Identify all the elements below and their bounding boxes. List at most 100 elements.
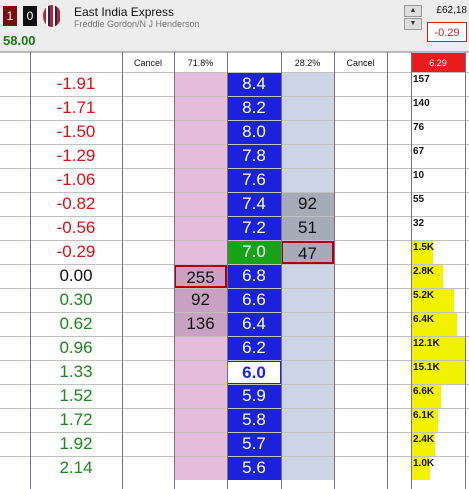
traded-volume: 1.0K <box>413 458 435 469</box>
lay-cell[interactable] <box>281 361 334 384</box>
lay-cell[interactable]: 51 <box>281 217 334 240</box>
last-traded-price: 6.29 <box>411 53 465 72</box>
lay-cell[interactable] <box>281 409 334 432</box>
odds-cell[interactable]: 6.0 <box>227 361 281 384</box>
odds-cell[interactable]: 7.4 <box>227 193 281 216</box>
odds-cell[interactable]: 6.8 <box>227 265 281 288</box>
profit-loss-cell: 1.33 <box>59 362 93 381</box>
odds-cell[interactable]: 8.4 <box>227 73 281 96</box>
back-cell[interactable] <box>174 433 227 456</box>
ladder-row: -1.06 7.6 10 <box>0 168 469 192</box>
profit-loss-cell: 1.92 <box>59 434 93 453</box>
odds-cell[interactable]: 5.9 <box>227 385 281 408</box>
ladder-row: -1.71 8.2 140 <box>0 96 469 120</box>
back-cell[interactable] <box>174 73 227 96</box>
column-header-row: Cancel 71.8% 28.2% Cancel 6.29 <box>0 52 469 72</box>
back-cell[interactable] <box>174 193 227 216</box>
traded-volume: 10 <box>413 170 425 181</box>
traded-volume: 157 <box>413 74 430 85</box>
odds-cell[interactable]: 6.6 <box>227 289 281 312</box>
back-cell[interactable] <box>174 409 227 432</box>
ladder-row: 1.72 5.8 6.1K <box>0 408 469 432</box>
back-cell[interactable]: 255 <box>174 265 227 288</box>
ladder-row: 1.52 5.9 6.6K <box>0 384 469 408</box>
back-cell[interactable] <box>174 169 227 192</box>
profit-loss-cell: 1.72 <box>59 410 93 429</box>
back-cell[interactable]: 136 <box>174 313 227 336</box>
back-cell[interactable] <box>174 97 227 120</box>
back-cell[interactable] <box>174 145 227 168</box>
profit-loss-cell: 2.14 <box>59 458 93 477</box>
traded-volume: 67 <box>413 146 425 157</box>
back-cell[interactable] <box>174 457 227 480</box>
traded-volume: 2.8K <box>413 266 435 277</box>
cancel-back-button[interactable]: Cancel <box>122 53 174 72</box>
back-cell[interactable]: 92 <box>174 289 227 312</box>
lay-cell[interactable] <box>281 97 334 120</box>
back-cell[interactable] <box>174 385 227 408</box>
back-cell[interactable] <box>174 361 227 384</box>
traded-volume: 5.2K <box>413 290 435 301</box>
lay-cell[interactable] <box>281 337 334 360</box>
ladder-row: -0.29 7.0 47 1.5K <box>0 240 469 264</box>
profit-loss-cell: -1.06 <box>56 170 96 189</box>
profit-loss-cell: 0.30 <box>59 290 93 309</box>
runner-price[interactable]: 58.00 <box>3 33 36 48</box>
lay-cell[interactable] <box>281 385 334 408</box>
lay-cell[interactable]: 92 <box>281 193 334 216</box>
back-percentage: 71.8% <box>187 58 214 68</box>
odds-cell[interactable]: 6.4 <box>227 313 281 336</box>
lay-cell[interactable] <box>281 73 334 96</box>
ladder-row: 0.96 6.2 12.1K <box>0 336 469 360</box>
lay-cell[interactable]: 47 <box>281 241 334 264</box>
profit-loss-cell: -1.71 <box>56 98 96 117</box>
traded-volume: 140 <box>413 98 430 109</box>
lay-cell[interactable] <box>281 457 334 480</box>
runner-connections: Freddie Gordon/N J Henderson <box>74 19 200 29</box>
profit-loss-cell: -0.56 <box>56 218 96 237</box>
profit-loss-cell: 1.52 <box>59 386 93 405</box>
traded-volume: 15.1K <box>413 362 440 373</box>
lay-cell[interactable] <box>281 433 334 456</box>
lay-cell[interactable] <box>281 265 334 288</box>
odds-cell[interactable]: 5.7 <box>227 433 281 456</box>
odds-cell[interactable]: 5.8 <box>227 409 281 432</box>
ladder-row: -0.56 7.2 51 32 <box>0 216 469 240</box>
traded-volume: 55 <box>413 194 425 205</box>
traded-volume: 32 <box>413 218 425 229</box>
stake-stepper[interactable]: ▲ ▼ <box>404 5 422 30</box>
ladder-row: -1.50 8.0 76 <box>0 120 469 144</box>
ladder-row: -1.29 7.8 67 <box>0 144 469 168</box>
traded-volume: 12.1K <box>413 338 440 349</box>
lay-cell[interactable] <box>281 145 334 168</box>
down-arrow-icon[interactable]: ▼ <box>404 18 422 30</box>
ladder-row: -0.82 7.4 92 55 <box>0 192 469 216</box>
jockey-silk-icon <box>43 5 61 27</box>
lay-percentage: 28.2% <box>294 58 321 68</box>
lay-cell[interactable] <box>281 313 334 336</box>
odds-cell[interactable]: 8.0 <box>227 121 281 144</box>
odds-cell[interactable]: 7.8 <box>227 145 281 168</box>
ladder-row: 0.62 136 6.4 6.4K <box>0 312 469 336</box>
lay-cell[interactable] <box>281 169 334 192</box>
profit-loss-cell: 0.00 <box>59 266 93 285</box>
lay-cell[interactable] <box>281 121 334 144</box>
traded-volume: 1.5K <box>413 242 435 253</box>
back-cell[interactable] <box>174 337 227 360</box>
odds-cell[interactable]: 7.0 <box>227 241 281 264</box>
back-cell[interactable] <box>174 241 227 264</box>
profit-loss-cell: 0.62 <box>59 314 93 333</box>
cancel-lay-button[interactable]: Cancel <box>334 53 387 72</box>
odds-cell[interactable]: 7.2 <box>227 217 281 240</box>
odds-cell[interactable]: 8.2 <box>227 97 281 120</box>
lay-cell[interactable] <box>281 289 334 312</box>
up-arrow-icon[interactable]: ▲ <box>404 5 422 17</box>
back-cell[interactable] <box>174 121 227 144</box>
back-cell[interactable] <box>174 217 227 240</box>
odds-cell[interactable]: 5.6 <box>227 457 281 480</box>
runner-name: East India Express <box>74 5 175 19</box>
ladder-row: -1.91 8.4 157 <box>0 72 469 96</box>
odds-cell[interactable]: 7.6 <box>227 169 281 192</box>
odds-cell[interactable]: 6.2 <box>227 337 281 360</box>
profit-loss-cell: -1.91 <box>56 74 96 93</box>
